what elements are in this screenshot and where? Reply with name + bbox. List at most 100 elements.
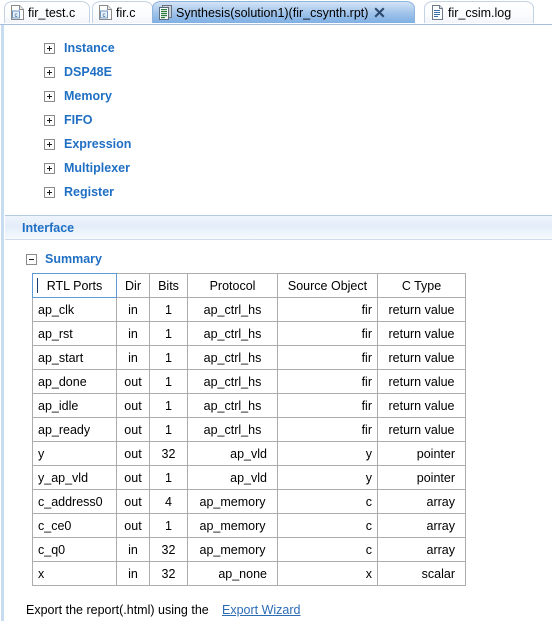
cell-bits: 1 (149, 417, 188, 442)
report-footer: Export the report(.html) using the Expor… (5, 586, 552, 621)
tree-item-register[interactable]: Register (5, 180, 552, 204)
cell-dir: in (116, 321, 150, 346)
cell-rtl-port: ap_start (32, 345, 117, 370)
tree-item-multiplexer[interactable]: Multiplexer (5, 156, 552, 180)
cell-c-type: return value (377, 369, 466, 394)
interface-table-body: ap_clk in 1 ap_ctrl_hs fir return value … (32, 297, 466, 586)
cell-bits: 1 (149, 321, 188, 346)
cell-source-object: c (277, 537, 378, 562)
cell-source-object: c (277, 489, 378, 514)
cell-bits: 32 (149, 441, 188, 466)
cell-protocol: ap_memory (187, 489, 278, 514)
table-row[interactable]: ap_rst in 1 ap_ctrl_hs fir return value (32, 321, 466, 346)
expand-plus-icon[interactable] (44, 90, 55, 102)
cell-dir: in (116, 561, 150, 586)
cell-c-type: pointer (377, 465, 466, 490)
report-scroll-pane[interactable]: Instance DSP48E Memory FIFO Expression M… (0, 25, 552, 621)
cell-protocol: ap_ctrl_hs (187, 345, 278, 370)
cell-c-type: return value (377, 417, 466, 442)
tree-item-label[interactable]: Multiplexer (64, 161, 130, 175)
cell-rtl-port: ap_done (32, 369, 117, 394)
table-row[interactable]: y_ap_vld out 1 ap_vld y pointer (32, 465, 466, 490)
tree-item-fifo[interactable]: FIFO (5, 108, 552, 132)
text-caret (37, 278, 38, 293)
tab-synthesis-report[interactable]: Synthesis(solution1)(fir_csynth.rpt) (152, 1, 415, 23)
table-row[interactable]: ap_clk in 1 ap_ctrl_hs fir return value (32, 297, 466, 322)
tree-item-expression[interactable]: Expression (5, 132, 552, 156)
section-title: Interface (22, 220, 75, 235)
cell-dir: in (116, 297, 150, 322)
expand-plus-icon[interactable] (44, 186, 55, 198)
cell-bits: 1 (149, 345, 188, 370)
cell-rtl-port: c_address0 (32, 489, 117, 514)
c-file-icon: c (99, 5, 112, 20)
cell-bits: 1 (149, 393, 188, 418)
table-row[interactable]: ap_idle out 1 ap_ctrl_hs fir return valu… (32, 393, 466, 418)
table-row[interactable]: ap_start in 1 ap_ctrl_hs fir return valu… (32, 345, 466, 370)
cell-bits: 32 (149, 561, 188, 586)
cell-dir: out (116, 369, 150, 394)
cell-rtl-port: y_ap_vld (32, 465, 117, 490)
cell-source-object: fir (277, 345, 378, 370)
subsection-label[interactable]: Summary (45, 252, 102, 266)
report-file-icon (159, 5, 172, 20)
table-row[interactable]: ap_ready out 1 ap_ctrl_hs fir return val… (32, 417, 466, 442)
close-icon[interactable] (374, 7, 385, 18)
tree-item-label[interactable]: Register (64, 185, 114, 199)
collapse-minus-icon[interactable] (26, 253, 37, 265)
column-header-protocol[interactable]: Protocol (187, 273, 278, 298)
tree-item-label[interactable]: DSP48E (64, 65, 112, 79)
column-header-bits[interactable]: Bits (149, 273, 188, 298)
table-row[interactable]: y out 32 ap_vld y pointer (32, 441, 466, 466)
tree-item-label[interactable]: Memory (64, 89, 112, 103)
cell-dir: out (116, 465, 150, 490)
column-header-source-object[interactable]: Source Object (277, 273, 378, 298)
log-file-icon (431, 5, 444, 20)
cell-bits: 1 (149, 297, 188, 322)
cell-rtl-port: c_q0 (32, 537, 117, 562)
cell-c-type: return value (377, 321, 466, 346)
tree-item-label[interactable]: FIFO (64, 113, 92, 127)
cell-protocol: ap_ctrl_hs (187, 393, 278, 418)
svg-text:c: c (103, 13, 106, 19)
cell-rtl-port: ap_rst (32, 321, 117, 346)
expand-plus-icon[interactable] (44, 138, 55, 150)
cell-protocol: ap_memory (187, 537, 278, 562)
tab-label: Synthesis(solution1)(fir_csynth.rpt) (176, 5, 369, 20)
detail-tree: Instance DSP48E Memory FIFO Expression M… (5, 25, 552, 214)
cell-bits: 32 (149, 537, 188, 562)
tab-fir-c[interactable]: c fir.c (92, 1, 153, 23)
tree-item-instance[interactable]: Instance (5, 36, 552, 60)
table-row[interactable]: c_address0 out 4 ap_memory c array (32, 489, 466, 514)
cell-bits: 4 (149, 489, 188, 514)
export-report-row: Export the report(.html) using the Expor… (26, 603, 552, 621)
tree-item-label[interactable]: Expression (64, 137, 131, 151)
expand-plus-icon[interactable] (44, 42, 55, 54)
cell-bits: 1 (149, 369, 188, 394)
editor-tab-bar: c fir_test.c c fir.c Synthesis(solution1… (0, 0, 552, 25)
tab-fir-csim-log[interactable]: fir_csim.log (424, 1, 534, 23)
tree-item-label[interactable]: Instance (64, 41, 115, 55)
subsection-summary[interactable]: Summary (5, 247, 552, 271)
tab-label: fir.c (116, 5, 136, 20)
column-header-rtl-ports[interactable]: RTL Ports (32, 273, 117, 298)
interface-summary-table: RTL Ports Dir Bits Protocol Source Objec… (32, 273, 466, 586)
column-header-dir[interactable]: Dir (116, 273, 150, 298)
expand-plus-icon[interactable] (44, 66, 55, 78)
export-wizard-link[interactable]: Export Wizard (222, 603, 301, 617)
table-row[interactable]: x in 32 ap_none x scalar (32, 561, 466, 586)
table-row[interactable]: ap_done out 1 ap_ctrl_hs fir return valu… (32, 369, 466, 394)
expand-plus-icon[interactable] (44, 162, 55, 174)
tree-item-memory[interactable]: Memory (5, 84, 552, 108)
table-row[interactable]: c_ce0 out 1 ap_memory c array (32, 513, 466, 538)
report-content: Instance DSP48E Memory FIFO Expression M… (5, 25, 552, 621)
cell-bits: 1 (149, 465, 188, 490)
tab-fir-test-c[interactable]: c fir_test.c (4, 1, 90, 23)
table-row[interactable]: c_q0 in 32 ap_memory c array (32, 537, 466, 562)
cell-source-object: x (277, 561, 378, 586)
expand-plus-icon[interactable] (44, 114, 55, 126)
cell-source-object: fir (277, 321, 378, 346)
column-header-c-type[interactable]: C Type (377, 273, 466, 298)
tree-item-dsp48e[interactable]: DSP48E (5, 60, 552, 84)
cell-source-object: fir (277, 393, 378, 418)
